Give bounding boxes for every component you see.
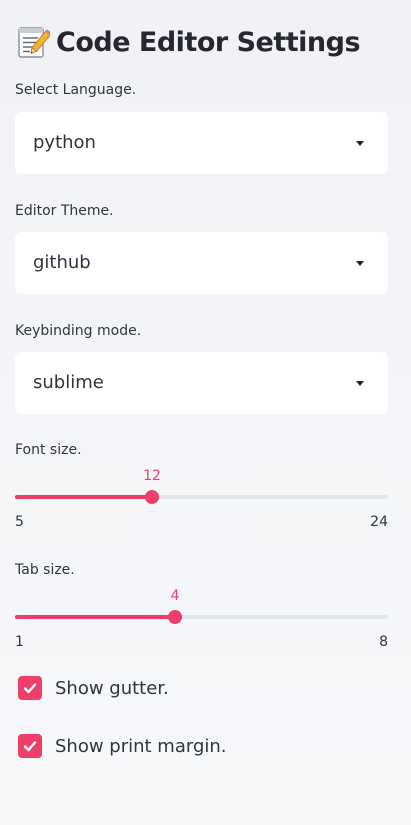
slider-thumb[interactable]	[168, 610, 182, 624]
tab-size-label: Tab size.	[15, 562, 75, 578]
page-title-text: Code Editor Settings	[56, 26, 361, 58]
slider-current-value: 12	[143, 468, 161, 484]
tab-size-slider[interactable]: 4 1 8	[15, 582, 388, 652]
slider-max-value: 8	[379, 634, 388, 650]
page-title: Code Editor Settings	[16, 22, 361, 62]
checkmark-icon	[23, 683, 37, 694]
slider-min-value: 5	[15, 514, 24, 530]
checkbox-checked-icon[interactable]	[18, 734, 42, 758]
checkbox-checked-icon[interactable]	[18, 676, 42, 700]
chevron-down-icon	[356, 141, 364, 146]
show-gutter-checkbox[interactable]: Show gutter.	[18, 675, 169, 701]
chevron-down-icon	[356, 261, 364, 266]
slider-fill	[15, 495, 152, 499]
show-print-margin-checkbox[interactable]: Show print margin.	[18, 733, 227, 759]
slider-fill	[15, 615, 175, 619]
settings-sidebar: Code Editor Settings Select Language. py…	[0, 0, 411, 825]
language-select-value: python	[33, 132, 96, 153]
slider-current-value: 4	[170, 588, 180, 604]
show-print-margin-label: Show print margin.	[55, 735, 227, 757]
language-select[interactable]: python	[15, 112, 388, 174]
chevron-down-icon	[356, 381, 364, 386]
slider-min-value: 1	[15, 634, 24, 650]
slider-thumb[interactable]	[145, 490, 159, 504]
theme-select[interactable]: github	[15, 232, 388, 294]
theme-label: Editor Theme.	[15, 203, 114, 219]
keybinding-select[interactable]: sublime	[15, 352, 388, 414]
show-gutter-label: Show gutter.	[55, 677, 169, 699]
memo-icon	[18, 27, 50, 58]
theme-select-value: github	[33, 252, 91, 273]
keybinding-select-value: sublime	[33, 372, 104, 393]
keybinding-label: Keybinding mode.	[15, 323, 142, 339]
slider-max-value: 24	[370, 514, 388, 530]
font-size-label: Font size.	[15, 442, 82, 458]
font-size-slider[interactable]: 12 5 24	[15, 462, 388, 532]
language-label: Select Language.	[15, 82, 137, 98]
checkmark-icon	[23, 741, 37, 752]
